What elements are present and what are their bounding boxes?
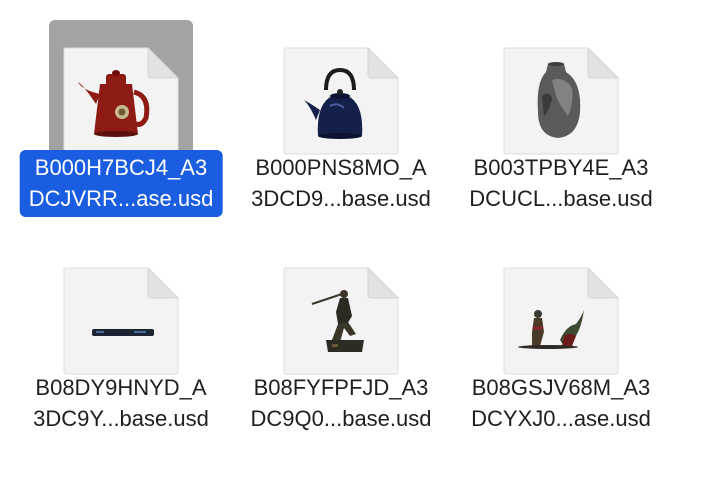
file-item-5[interactable]: B08GSJV68M_A3 DCYXJ0...ase.usd bbox=[446, 220, 676, 440]
document-icon bbox=[282, 46, 400, 156]
file-thumbnail[interactable] bbox=[489, 20, 633, 164]
document-icon bbox=[502, 266, 620, 376]
file-thumbnail[interactable] bbox=[49, 240, 193, 384]
dark-bar-icon bbox=[92, 329, 154, 336]
file-name-line-2: DCJVRR...ase.usd bbox=[28, 186, 214, 211]
file-name-line-1: B000PNS8MO_A bbox=[255, 155, 427, 180]
file-name-line-1: B08DY9HNYD_A bbox=[35, 375, 207, 400]
file-name-label[interactable]: B08FYFPFJD_A3 DC9Q0...base.usd bbox=[242, 370, 441, 437]
file-item-2[interactable]: B003TPBY4E_A3 DCUCL...base.usd bbox=[446, 0, 676, 220]
file-name-line-2: 3DC9Y...base.usd bbox=[33, 406, 209, 431]
file-item-1[interactable]: B000PNS8MO_A 3DCD9...base.usd bbox=[226, 0, 456, 220]
file-name-label[interactable]: B08DY9HNYD_A 3DC9Y...base.usd bbox=[24, 370, 218, 437]
file-name-line-2: DCYXJ0...ase.usd bbox=[471, 406, 651, 431]
file-name-line-1: B08FYFPFJD_A3 bbox=[253, 375, 429, 400]
document-icon bbox=[282, 266, 400, 376]
file-name-label[interactable]: B08GSJV68M_A3 DCYXJ0...ase.usd bbox=[462, 370, 660, 437]
file-name-label[interactable]: B000PNS8MO_A 3DCD9...base.usd bbox=[242, 150, 440, 217]
file-name-line-1: B003TPBY4E_A3 bbox=[473, 155, 649, 180]
document-icon bbox=[502, 46, 620, 156]
file-thumbnail-selection[interactable] bbox=[49, 20, 193, 164]
file-thumbnail[interactable] bbox=[269, 240, 413, 384]
file-item-4[interactable]: B08FYFPFJD_A3 DC9Q0...base.usd bbox=[226, 220, 456, 440]
file-item-3[interactable]: B08DY9HNYD_A 3DC9Y...base.usd bbox=[6, 220, 236, 440]
file-grid: B000H7BCJ4_A3 DCJVRR...ase.usd B000PNS8M… bbox=[0, 0, 722, 480]
document-icon bbox=[62, 46, 180, 156]
document-icon bbox=[62, 266, 180, 376]
file-name-line-1: B08GSJV68M_A3 bbox=[471, 375, 651, 400]
file-name-label[interactable]: B000H7BCJ4_A3 DCJVRR...ase.usd bbox=[19, 150, 223, 217]
file-name-line-2: 3DCD9...base.usd bbox=[251, 186, 431, 211]
file-thumbnail[interactable] bbox=[269, 20, 413, 164]
file-thumbnail[interactable] bbox=[489, 240, 633, 384]
file-item-0[interactable]: B000H7BCJ4_A3 DCJVRR...ase.usd bbox=[6, 0, 236, 220]
file-name-label[interactable]: B003TPBY4E_A3 DCUCL...base.usd bbox=[460, 150, 661, 217]
file-name-line-2: DC9Q0...base.usd bbox=[250, 406, 432, 431]
file-name-line-1: B000H7BCJ4_A3 bbox=[34, 155, 208, 180]
file-name-line-2: DCUCL...base.usd bbox=[469, 186, 653, 211]
